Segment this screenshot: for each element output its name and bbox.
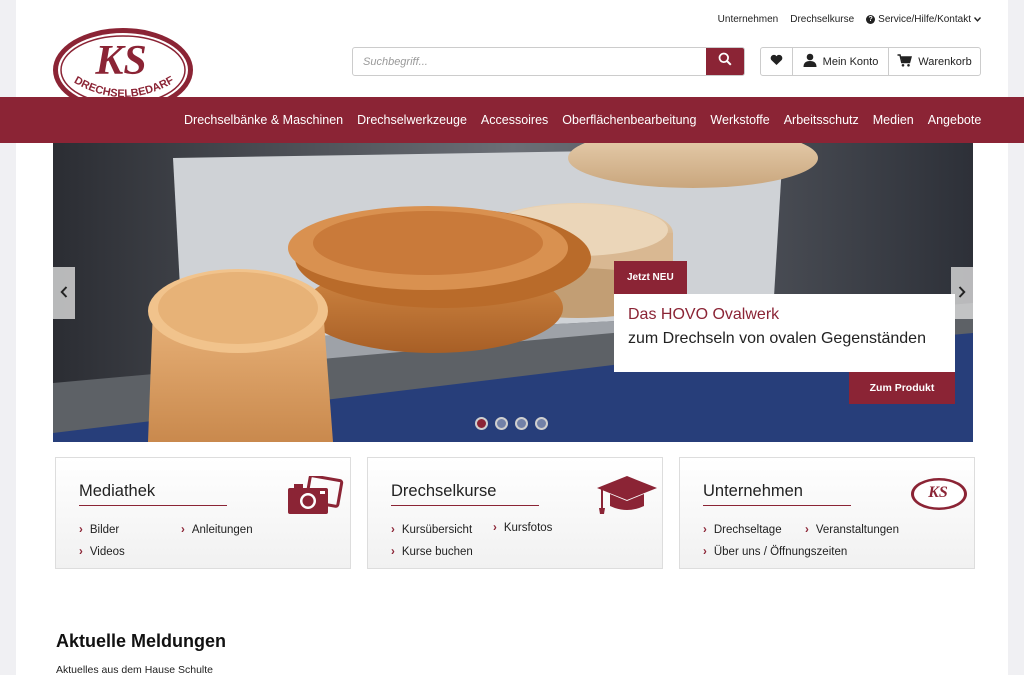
- nav-item-surface[interactable]: Oberflächenbearbeitung: [562, 113, 696, 127]
- logo-initials: KS: [94, 38, 146, 84]
- card-link-events[interactable]: Veranstaltungen: [805, 524, 899, 536]
- search-bar: [352, 47, 745, 76]
- card-link-instructions[interactable]: Anleitungen: [181, 524, 253, 536]
- card-link-course-overview[interactable]: Kursübersicht: [391, 524, 472, 536]
- card-title: Unternehmen: [703, 482, 803, 500]
- search-icon: [718, 52, 732, 71]
- card-company[interactable]: Unternehmen Drechseltage Veranstaltungen…: [679, 457, 975, 569]
- heart-icon: [770, 54, 783, 69]
- nav-item-safety[interactable]: Arbeitsschutz: [784, 113, 859, 127]
- top-link-service-label: Service/Hilfe/Kontakt: [878, 14, 971, 25]
- nav-item-lathes[interactable]: Drechselbänke & Maschinen: [184, 113, 343, 127]
- wishlist-button[interactable]: [761, 48, 792, 75]
- slider-dot[interactable]: [495, 417, 508, 430]
- top-link-service[interactable]: ? Service/Hilfe/Kontakt: [866, 14, 982, 25]
- hero-caption: Das HOVO Ovalwerk zum Drechseln von oval…: [614, 294, 955, 372]
- nav-item-offers[interactable]: Angebote: [928, 113, 982, 127]
- card-title-underline: [79, 505, 227, 506]
- card-link-book-courses[interactable]: Kurse buchen: [391, 546, 473, 558]
- card-title: Mediathek: [79, 482, 156, 500]
- card-logo-initials: KS: [927, 484, 948, 501]
- news-subheading: Aktuelles aus dem Hause Schulte: [56, 664, 214, 675]
- nav-item-media[interactable]: Medien: [873, 113, 914, 127]
- my-account-button[interactable]: Mein Konto: [792, 48, 888, 75]
- slider-dot[interactable]: [515, 417, 528, 430]
- top-links: Unternehmen Drechselkurse ? Service/Hilf…: [718, 14, 982, 25]
- chevron-right-icon: [958, 285, 966, 301]
- chevron-left-icon: [60, 285, 68, 301]
- help-icon: ?: [866, 15, 876, 24]
- card-link-pictures[interactable]: Bilder: [79, 524, 119, 536]
- top-link-company[interactable]: Unternehmen: [718, 14, 779, 25]
- account-bar: Mein Konto Warenkorb: [760, 47, 981, 76]
- search-button[interactable]: [706, 48, 744, 75]
- main-navigation: Drechselbänke & Maschinen Drechselwerkze…: [0, 97, 1024, 143]
- cart-label: Warenkorb: [918, 55, 972, 68]
- slider-dot[interactable]: [535, 417, 548, 430]
- hero-subtitle: zum Drechseln von ovalen Gegenständen: [628, 330, 926, 347]
- slider-prev-button[interactable]: [53, 267, 75, 319]
- card-courses[interactable]: Drechselkurse Kursübersicht Kursfotos Ku…: [367, 457, 663, 569]
- hero-slider: Jetzt NEU Das HOVO Ovalwerk zum Drechsel…: [53, 143, 973, 442]
- hero-title: Das HOVO Ovalwerk: [628, 306, 780, 323]
- card-link-turning-days[interactable]: Drechseltage: [703, 524, 782, 536]
- hero-tag: Jetzt NEU: [614, 261, 687, 294]
- slider-dot[interactable]: [475, 417, 488, 430]
- card-title: Drechselkurse: [391, 482, 497, 500]
- card-media[interactable]: Mediathek Bilder Anleitungen Videos: [55, 457, 351, 569]
- card-link-videos[interactable]: Videos: [79, 546, 125, 558]
- news-heading: Aktuelle Meldungen: [56, 631, 227, 651]
- slider-dots: [475, 417, 548, 430]
- chevron-down-icon: [973, 14, 982, 25]
- nav-item-materials[interactable]: Werkstoffe: [710, 113, 769, 127]
- card-title-underline: [703, 505, 851, 506]
- nav-item-tools[interactable]: Drechselwerkzeuge: [357, 113, 467, 127]
- hero-cta-button[interactable]: Zum Produkt: [849, 372, 955, 404]
- cart-icon: [897, 53, 913, 70]
- user-icon: [803, 53, 817, 70]
- nav-item-accessories[interactable]: Accessoires: [481, 113, 548, 127]
- graduation-cap-icon: [596, 474, 658, 521]
- cart-button[interactable]: Warenkorb: [888, 48, 980, 75]
- card-title-underline: [391, 505, 539, 506]
- card-link-course-photos[interactable]: Kursfotos: [493, 522, 553, 534]
- card-link-about-us[interactable]: Über uns / Öffnungszeiten: [703, 546, 847, 558]
- hero-image: [53, 143, 973, 442]
- company-logo-icon: KS: [910, 476, 968, 517]
- search-input[interactable]: [353, 48, 706, 75]
- camera-icon: [286, 474, 344, 521]
- my-account-label: Mein Konto: [822, 55, 879, 68]
- top-link-courses[interactable]: Drechselkurse: [790, 14, 854, 25]
